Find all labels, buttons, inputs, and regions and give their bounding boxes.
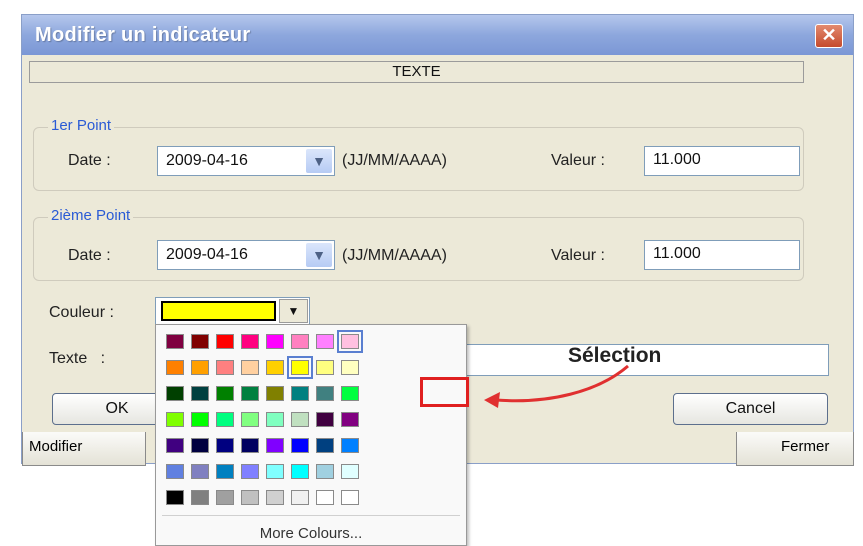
point1-date-combo[interactable]: 2009-04-16 ▼: [157, 146, 335, 176]
color-cell[interactable]: [291, 334, 309, 349]
selected-color-swatch[interactable]: [161, 301, 276, 321]
color-cell[interactable]: [341, 464, 359, 479]
dialog-title: Modifier un indicateur: [35, 24, 251, 46]
close-button[interactable]: ✕: [815, 24, 843, 48]
color-palette-dropdown: More Colours...: [155, 324, 467, 546]
color-cell[interactable]: [166, 412, 184, 427]
color-cell[interactable]: [241, 412, 259, 427]
chevron-down-icon[interactable]: ▼: [306, 149, 332, 173]
color-cell[interactable]: [241, 360, 259, 375]
point2-value-input[interactable]: 11.000: [644, 240, 800, 270]
color-cell[interactable]: [191, 360, 209, 375]
color-cell[interactable]: [241, 464, 259, 479]
color-cell[interactable]: [191, 386, 209, 401]
point2-date-value: 2009-04-16: [166, 246, 248, 263]
color-cell[interactable]: [291, 490, 309, 505]
chevron-down-icon[interactable]: ▼: [306, 243, 332, 267]
color-cell[interactable]: [241, 334, 259, 349]
color-cell[interactable]: [266, 464, 284, 479]
point2-legend: 2ième Point: [48, 207, 134, 224]
color-cell[interactable]: [341, 360, 359, 375]
color-cell[interactable]: [341, 438, 359, 453]
color-cell[interactable]: [216, 360, 234, 375]
color-cell[interactable]: [166, 464, 184, 479]
color-cell[interactable]: [166, 490, 184, 505]
color-cell[interactable]: [191, 412, 209, 427]
annotation-arrow: [484, 364, 629, 408]
title-bar[interactable]: Modifier un indicateur ✕: [22, 15, 853, 55]
point1-value-label: Valeur :: [551, 152, 605, 169]
color-cell[interactable]: [266, 360, 284, 375]
color-cell[interactable]: [266, 438, 284, 453]
color-cell[interactable]: [291, 438, 309, 453]
annotation-label: Sélection: [568, 344, 662, 367]
color-cell[interactable]: [316, 438, 334, 453]
color-cell[interactable]: [166, 386, 184, 401]
color-cell[interactable]: [241, 438, 259, 453]
more-colours-button[interactable]: More Colours...: [156, 525, 466, 542]
type-header: TEXTE: [29, 61, 804, 83]
color-cell[interactable]: [216, 334, 234, 349]
color-cell[interactable]: [166, 360, 184, 375]
color-cell[interactable]: [266, 490, 284, 505]
point2-date-format: (JJ/MM/AAAA): [342, 247, 447, 264]
color-cell[interactable]: [316, 334, 334, 349]
color-cell[interactable]: [216, 412, 234, 427]
color-cell[interactable]: [266, 334, 284, 349]
color-cell[interactable]: [241, 490, 259, 505]
point2-value: 11.000: [653, 245, 701, 262]
color-cell[interactable]: [191, 490, 209, 505]
point1-date-label: Date :: [68, 152, 111, 169]
selection-highlight-box: [420, 377, 469, 407]
color-cell[interactable]: [316, 412, 334, 427]
color-cell[interactable]: [191, 464, 209, 479]
color-cell[interactable]: [241, 386, 259, 401]
palette-divider: [162, 515, 460, 516]
color-cell[interactable]: [316, 490, 334, 505]
selected-cell-frame: [287, 356, 313, 379]
text-label: Texte :: [49, 350, 106, 367]
color-cell[interactable]: [166, 438, 184, 453]
color-cell[interactable]: [166, 334, 184, 349]
color-cell[interactable]: [291, 412, 309, 427]
color-cell[interactable]: [316, 386, 334, 401]
point1-date-value: 2009-04-16: [166, 152, 248, 169]
color-cell[interactable]: [216, 490, 234, 505]
color-cell[interactable]: [341, 490, 359, 505]
point1-date-format: (JJ/MM/AAAA): [342, 152, 447, 169]
color-cell[interactable]: [216, 438, 234, 453]
color-label: Couleur :: [49, 304, 114, 321]
point1-value-input[interactable]: 11.000: [644, 146, 800, 176]
point2-value-label: Valeur :: [551, 247, 605, 264]
color-cell[interactable]: [316, 464, 334, 479]
color-cell[interactable]: [341, 412, 359, 427]
point1-legend: 1er Point: [48, 117, 115, 134]
close-window-button[interactable]: Fermer: [736, 432, 854, 466]
chevron-down-icon[interactable]: ▼: [279, 299, 308, 323]
color-cell[interactable]: [341, 386, 359, 401]
color-cell[interactable]: [316, 360, 334, 375]
point1-value: 11.000: [653, 151, 701, 168]
point2-date-label: Date :: [68, 247, 111, 264]
selected-cell-frame: [337, 330, 363, 353]
point2-date-combo[interactable]: 2009-04-16 ▼: [157, 240, 335, 270]
color-cell[interactable]: [266, 386, 284, 401]
color-cell[interactable]: [191, 438, 209, 453]
color-cell[interactable]: [216, 464, 234, 479]
cancel-button[interactable]: Cancel: [673, 393, 828, 425]
modify-button[interactable]: Modifier: [22, 432, 146, 466]
color-cell[interactable]: [266, 412, 284, 427]
color-cell[interactable]: [291, 386, 309, 401]
color-cell[interactable]: [291, 464, 309, 479]
color-cell[interactable]: [216, 386, 234, 401]
color-cell[interactable]: [191, 334, 209, 349]
